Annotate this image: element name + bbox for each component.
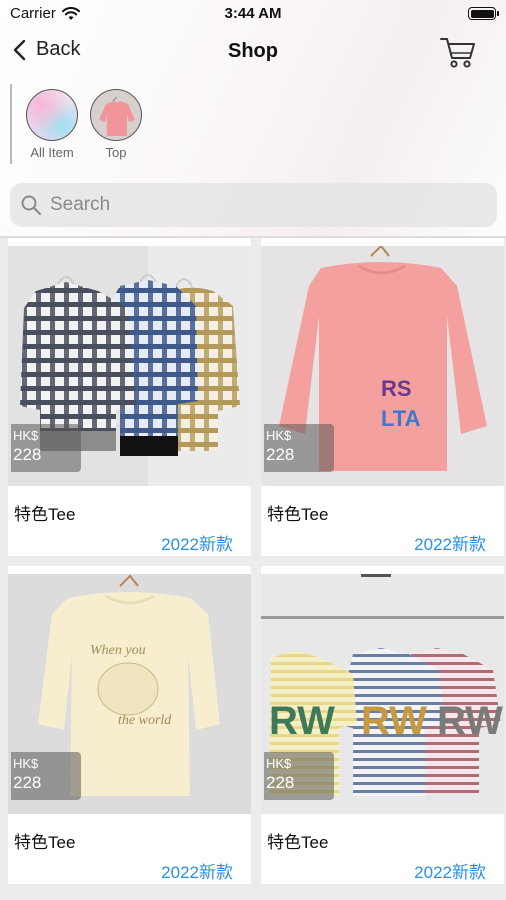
price-amount: 228 [266, 773, 295, 792]
price-tag: HK$ 228 [264, 424, 334, 472]
status-bar: Carrier 3:44 AM [0, 0, 506, 28]
top-thumbnail [90, 89, 142, 141]
svg-text:LTA: LTA [381, 406, 421, 431]
price-amount: 228 [13, 773, 42, 792]
category-all-item[interactable]: All Item [20, 84, 84, 168]
product-tag: 2022新款 [161, 535, 233, 554]
search-bar[interactable] [10, 183, 497, 227]
product-image: When you the world HK$ 228 [8, 574, 251, 814]
product-card[interactable]: When you the world HK$ 228 特色Tee 2022新款 [8, 566, 251, 884]
product-name: 特色Tee [14, 833, 76, 852]
search-icon [21, 195, 42, 216]
product-card[interactable]: RW RW RW HK$ 228 特色Tee 2022新款 [261, 566, 504, 884]
product-name: 特色Tee [14, 505, 76, 524]
product-image: RS LTA HK$ 228 [261, 246, 504, 486]
price-currency: HK$ [13, 756, 39, 771]
price-currency: HK$ [266, 428, 292, 443]
cart-icon [440, 38, 475, 68]
svg-text:the world: the world [118, 713, 172, 728]
product-name: 特色Tee [267, 833, 329, 852]
nav-bar: Back Shop [0, 30, 506, 74]
product-card[interactable]: HK$ 228 特色Tee 2022新款 [8, 238, 251, 556]
page-title: Shop [228, 40, 278, 62]
price-tag: HK$ 228 [264, 752, 334, 800]
category-label: All Item [30, 145, 74, 160]
product-image: RW RW RW HK$ 228 [261, 574, 504, 814]
product-grid: HK$ 228 特色Tee 2022新款 RS LTA HK$ 228 特色Te… [0, 238, 506, 900]
product-card[interactable]: RS LTA HK$ 228 特色Tee 2022新款 [261, 238, 504, 556]
price-currency: HK$ [13, 428, 39, 443]
svg-text:RW: RW [269, 699, 335, 743]
battery-icon [468, 7, 499, 20]
price-amount: 228 [266, 445, 295, 464]
price-tag: HK$ 228 [11, 752, 81, 800]
all-item-thumbnail [26, 89, 78, 141]
product-tag: 2022新款 [414, 535, 486, 554]
category-bar: All Item Top [10, 84, 148, 168]
svg-text:RW: RW [361, 699, 427, 743]
product-image: HK$ 228 [8, 246, 251, 486]
category-label: Top [105, 145, 127, 160]
price-tag: HK$ 228 [11, 424, 81, 472]
price-amount: 228 [13, 445, 42, 464]
svg-text:When you: When you [90, 643, 146, 658]
svg-text:RW: RW [437, 699, 503, 743]
cart-button[interactable] [438, 34, 478, 70]
product-name: 特色Tee [267, 505, 329, 524]
product-tag: 2022新款 [414, 863, 486, 882]
status-time: 3:44 AM [224, 5, 282, 22]
category-divider [10, 84, 12, 164]
category-top[interactable]: Top [84, 84, 148, 168]
price-currency: HK$ [266, 756, 292, 771]
search-input[interactable] [50, 194, 450, 216]
svg-text:RS: RS [381, 376, 412, 401]
product-tag: 2022新款 [161, 863, 233, 882]
